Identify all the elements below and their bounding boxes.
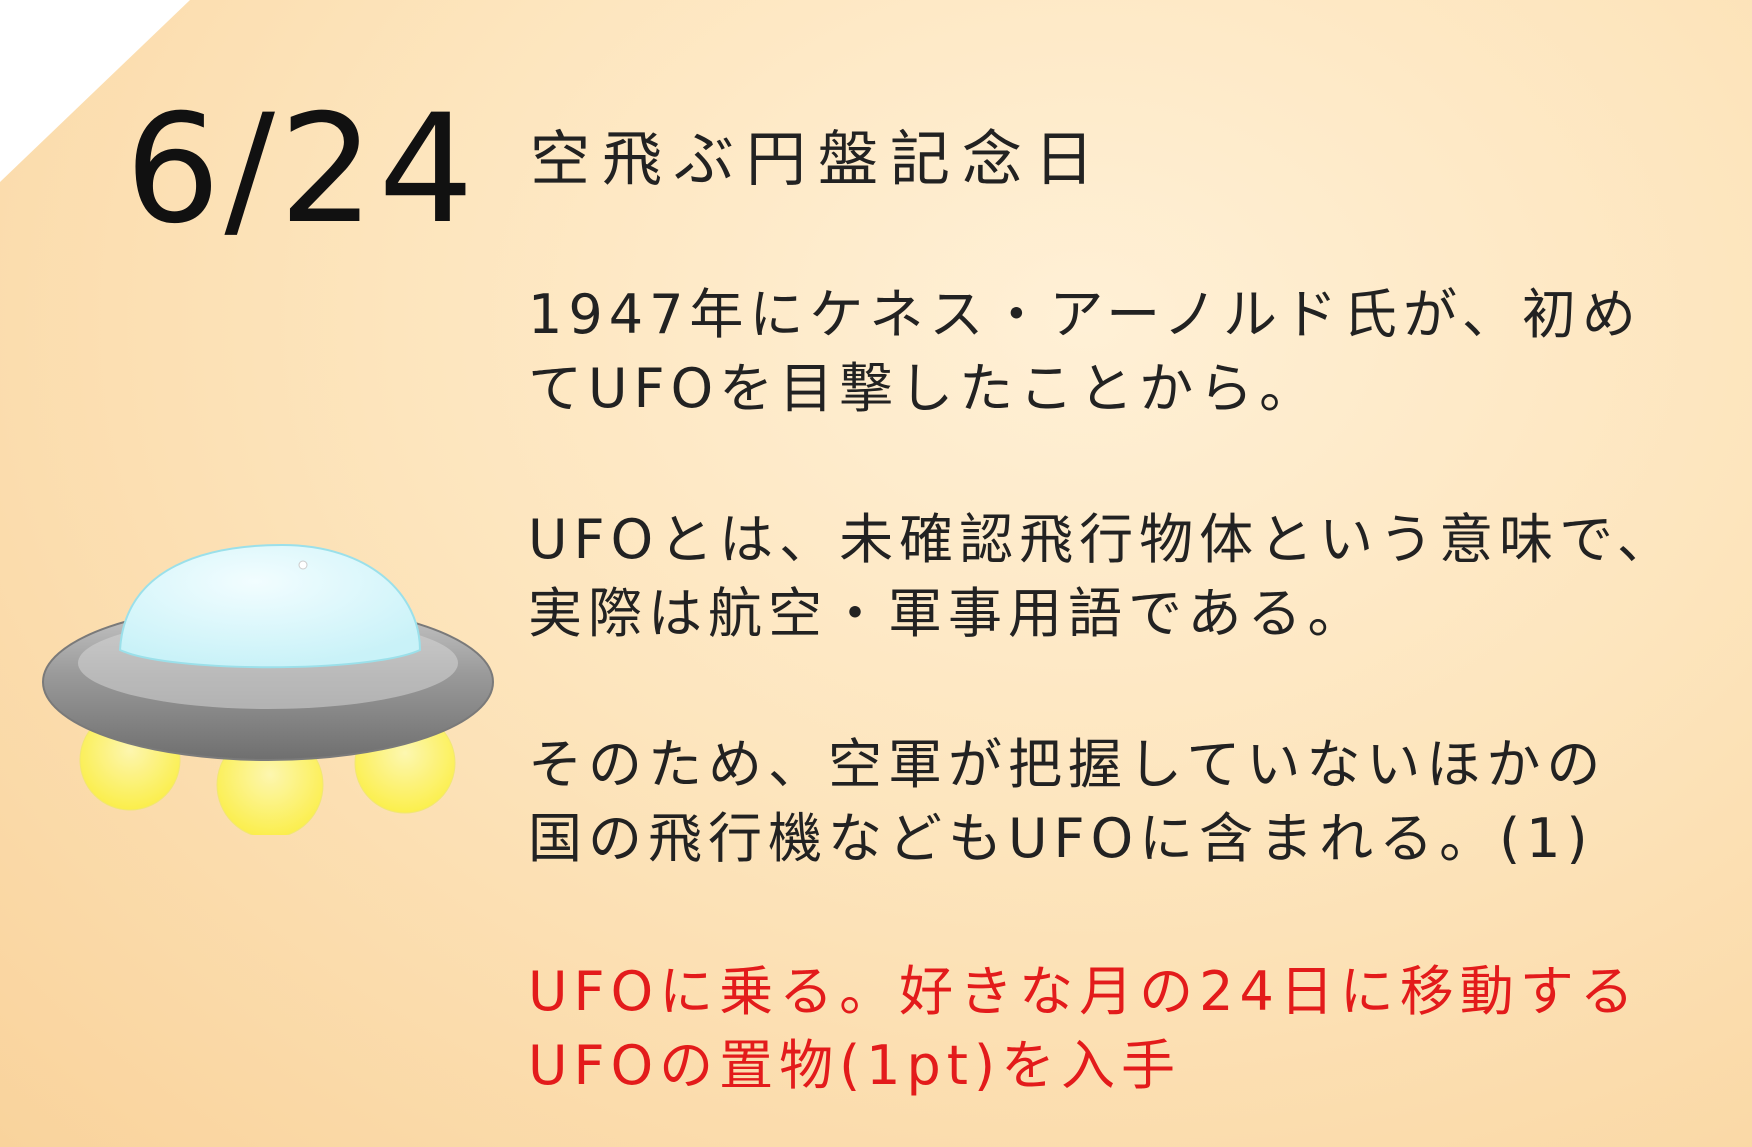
date-label: 6/24 [125,83,478,257]
paragraph-line: 1947年にケネス・アーノルド氏が、初め [528,283,1642,346]
paragraph-line: 国の飛行機などもUFOに含まれる。(1) [528,807,1594,870]
calendar-card: 6/24 空飛ぶ円盤記念日 1947年にケネス・アーノルド氏が、初め てUFOを… [0,0,1752,1147]
paragraph-line: 実際は航空・軍事用語である。 [528,582,1368,645]
paragraph-note: そのため、空軍が把握していないほかの 国の飛行機などもUFOに含まれる。(1) [528,728,1718,876]
reward-line: UFOの置物(1pt)を入手 [528,1034,1182,1097]
page-title: 空飛ぶ円盤記念日 [530,125,1106,195]
paragraph-origin: 1947年にケネス・アーノルド氏が、初め てUFOを目撃したことから。 [528,278,1718,426]
paragraph-definition: UFOとは、未確認飛行物体という意味で、 実際は航空・軍事用語である。 [528,503,1718,651]
paragraph-line: てUFOを目撃したことから。 [528,357,1320,420]
ufo-icon [42,543,494,835]
reward-text: UFOに乗る。好きな月の24日に移動する UFOの置物(1pt)を入手 [528,955,1718,1103]
reward-line: UFOに乗る。好きな月の24日に移動する [528,960,1640,1023]
paragraph-line: UFOとは、未確認飛行物体という意味で、 [528,508,1677,571]
paragraph-line: そのため、空軍が把握していないほかの [528,733,1607,796]
